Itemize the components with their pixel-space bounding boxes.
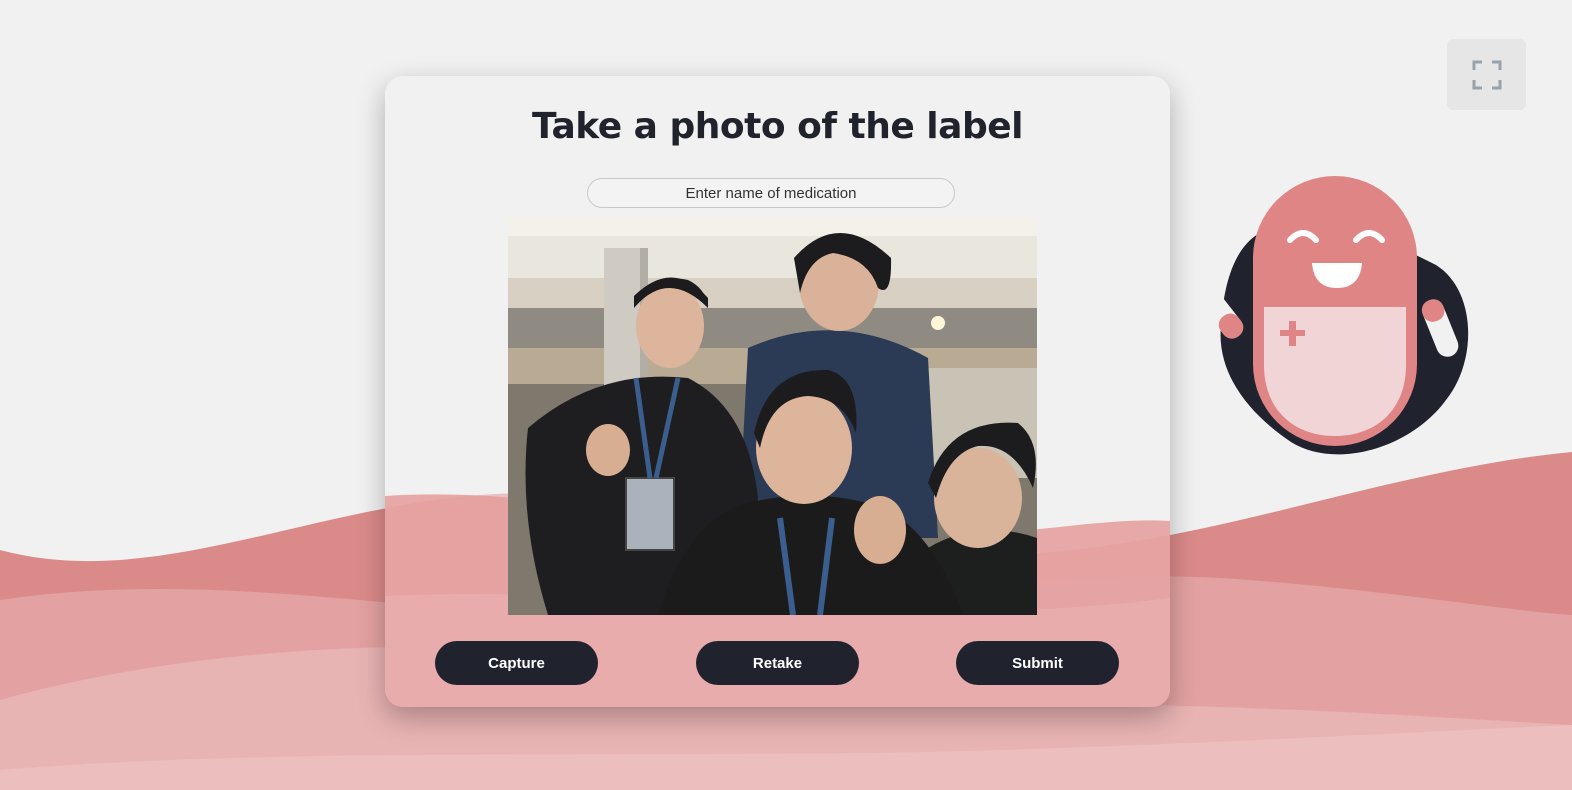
pill-mascot (1197, 176, 1469, 455)
camera-feed-image (508, 218, 1037, 615)
submit-button[interactable]: Submit (956, 641, 1119, 685)
page-title: Take a photo of the label (532, 106, 1023, 147)
photo-card: Take a photo of the label Enter name of … (385, 76, 1170, 707)
fullscreen-button[interactable] (1447, 39, 1526, 110)
capture-button[interactable]: Capture (435, 641, 598, 685)
fullscreen-icon (1472, 60, 1501, 89)
medication-name-input[interactable] (587, 178, 955, 208)
retake-button[interactable]: Retake (696, 641, 859, 685)
camera-preview (508, 218, 1037, 615)
